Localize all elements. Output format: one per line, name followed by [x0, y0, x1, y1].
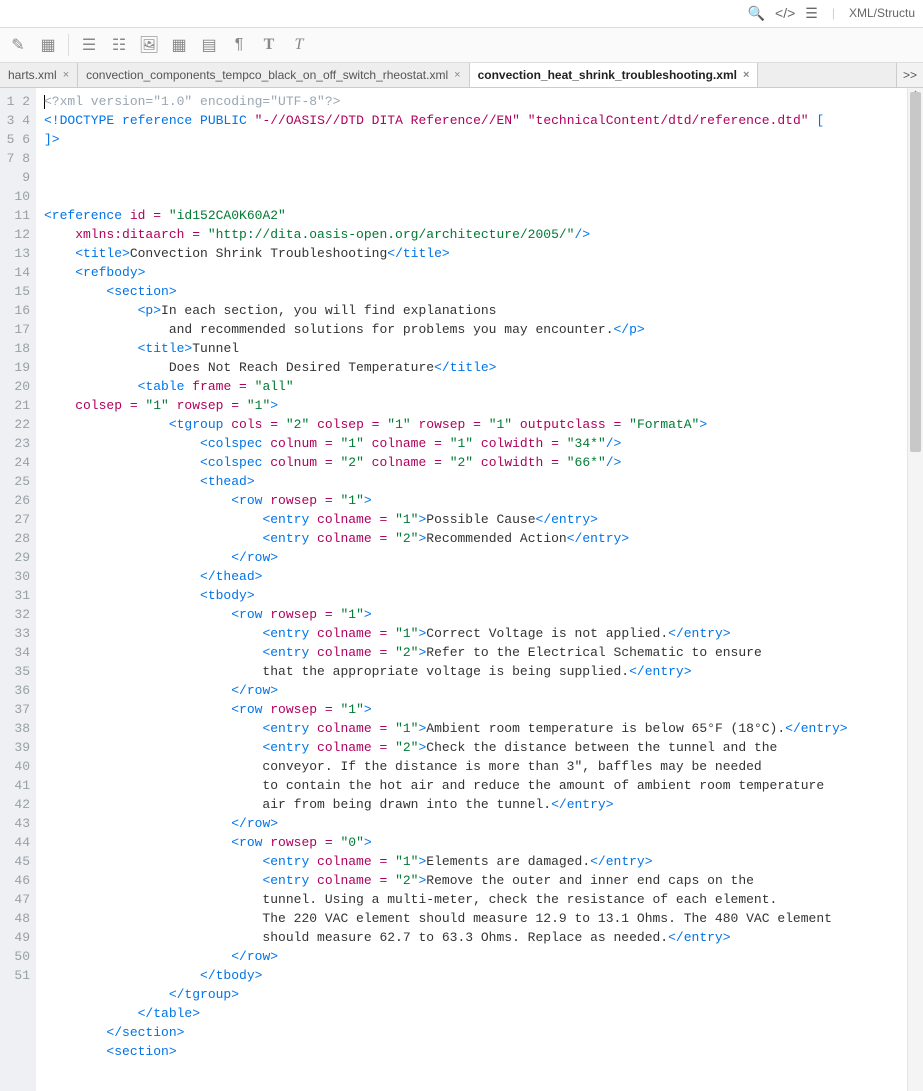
tab-label: convection_components_tempco_black_on_of…: [86, 68, 448, 82]
close-icon[interactable]: ×: [454, 69, 460, 81]
tab-harts[interactable]: harts.xml ×: [0, 63, 78, 87]
scrollbar-thumb[interactable]: [910, 92, 921, 452]
format-toolbar: ✎ ▦ ☰ ☷ 🖼 ▦ ▤ ¶ T T: [0, 27, 923, 63]
top-info-bar: 🔍 </> ☰ | XML/Structu: [0, 0, 923, 27]
structure-icon[interactable]: ☰: [805, 5, 818, 22]
source-code-icon[interactable]: </>: [775, 5, 795, 21]
unordered-list-icon[interactable]: ☷: [107, 33, 131, 57]
structure-view-icon[interactable]: ▦: [36, 33, 60, 57]
ordered-list-icon[interactable]: ☰: [77, 33, 101, 57]
editor: 1 2 3 4 5 6 7 8 9 10 11 12 13 14 15 16 1…: [0, 88, 923, 1091]
vertical-scrollbar[interactable]: ∧: [907, 88, 923, 1091]
line-number-gutter: 1 2 3 4 5 6 7 8 9 10 11 12 13 14 15 16 1…: [0, 88, 36, 1091]
image-icon[interactable]: 🖼: [137, 33, 161, 57]
tabstrip-spacer: [758, 63, 896, 87]
tab-label: harts.xml: [8, 68, 57, 82]
separator: |: [832, 6, 835, 20]
toggle-tags-icon[interactable]: ✎: [6, 33, 30, 57]
tab-convection-components[interactable]: convection_components_tempco_black_on_of…: [78, 63, 469, 87]
italic-icon[interactable]: T: [287, 33, 311, 57]
close-icon[interactable]: ×: [63, 69, 69, 81]
bold-icon[interactable]: T: [257, 33, 281, 57]
pilcrow-icon[interactable]: ¶: [227, 33, 251, 57]
tab-convection-heat-shrink[interactable]: convection_heat_shrink_troubleshooting.x…: [470, 63, 759, 87]
breadcrumb-label: XML/Structu: [849, 6, 915, 20]
table-icon[interactable]: ▦: [167, 33, 191, 57]
code-area[interactable]: <?xml version="1.0" encoding="UTF-8"?> <…: [36, 88, 923, 1091]
close-icon[interactable]: ×: [743, 69, 749, 81]
toolbar-separator: [68, 34, 69, 56]
editor-tabs: harts.xml × convection_components_tempco…: [0, 63, 923, 88]
search-icon[interactable]: 🔍: [748, 5, 765, 22]
tab-label: convection_heat_shrink_troubleshooting.x…: [478, 68, 737, 82]
more-tabs-button[interactable]: >>: [896, 63, 923, 87]
note-icon[interactable]: ▤: [197, 33, 221, 57]
